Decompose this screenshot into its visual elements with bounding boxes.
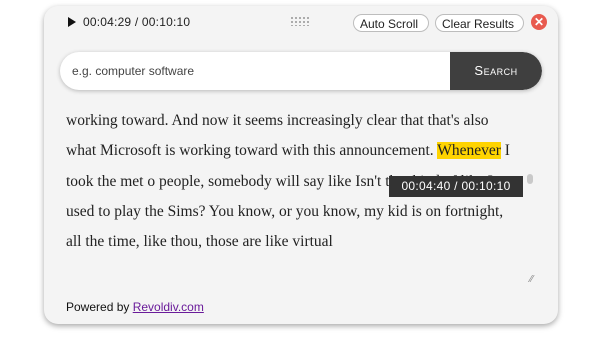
drag-handle-icon[interactable] xyxy=(290,16,310,26)
transcript-text-area[interactable]: working toward. And now it seems increas… xyxy=(44,106,544,290)
transcript-search-panel: 00:04:29 / 00:10:10 Auto Scroll Clear Re… xyxy=(44,6,558,324)
timestamp-tooltip: 00:04:40 / 00:10:10 xyxy=(389,176,523,197)
playback-time: 00:04:29 / 00:10:10 xyxy=(83,15,191,29)
footer: Powered by Revoldiv.com xyxy=(66,300,204,314)
play-icon[interactable] xyxy=(68,17,76,27)
scrollbar[interactable] xyxy=(525,110,535,288)
resize-handle-icon[interactable]: ⁄⁄ xyxy=(530,274,533,285)
scrollbar-thumb[interactable] xyxy=(527,174,533,184)
transcript-text-before: working toward. And now it seems increas… xyxy=(66,112,489,160)
top-bar: 00:04:29 / 00:10:10 Auto Scroll Clear Re… xyxy=(44,6,558,40)
search-button[interactable]: Search xyxy=(450,52,542,90)
revoldiv-link[interactable]: Revoldiv.com xyxy=(133,300,204,314)
search-input[interactable] xyxy=(60,52,450,90)
auto-scroll-button[interactable]: Auto Scroll xyxy=(353,14,429,32)
clear-results-button[interactable]: Clear Results xyxy=(435,14,524,32)
footer-prefix: Powered by xyxy=(66,300,133,314)
close-icon[interactable]: ✕ xyxy=(531,14,547,30)
search-bar: Search xyxy=(60,52,542,90)
highlighted-word[interactable]: Whenever xyxy=(437,142,501,160)
